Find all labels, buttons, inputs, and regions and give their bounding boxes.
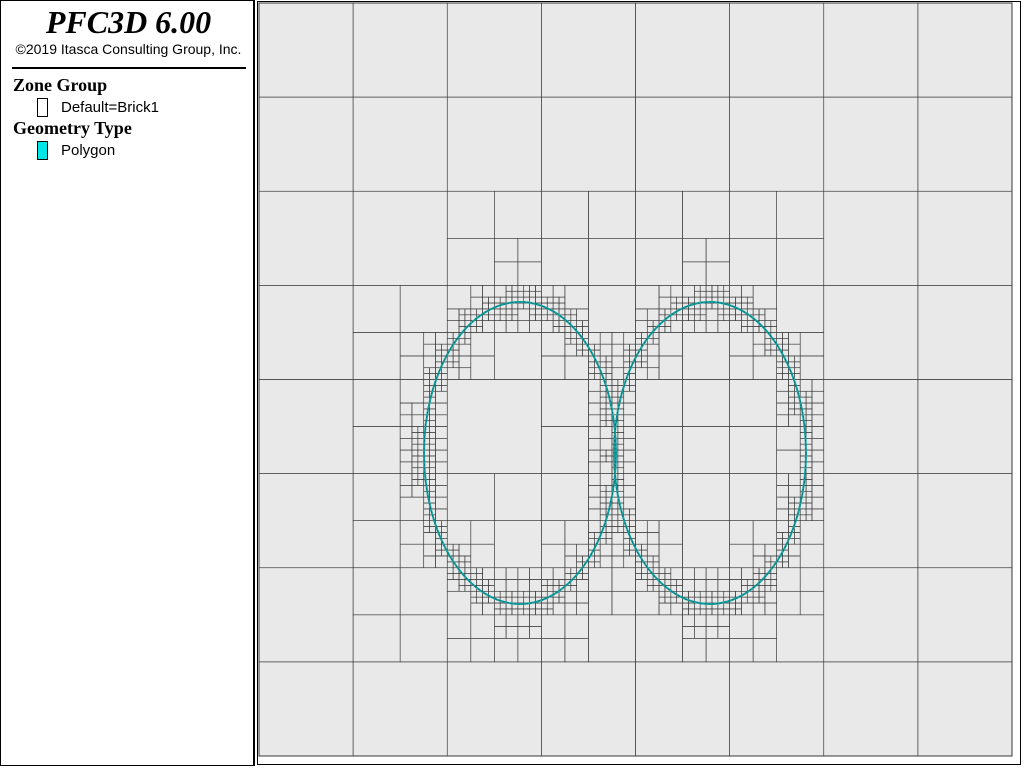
app-title: PFC3D 6.00 bbox=[45, 4, 212, 40]
zone-group-swatch bbox=[37, 98, 48, 117]
legend-heading-zone-group: Zone Group bbox=[13, 75, 108, 95]
model-view[interactable] bbox=[257, 1, 1021, 765]
legend-separator bbox=[12, 67, 246, 69]
polygon-swatch bbox=[37, 141, 48, 160]
legend-panel: PFC3D 6.00 ©2019 Itasca Consulting Group… bbox=[0, 0, 255, 766]
copyright-text: ©2019 Itasca Consulting Group, Inc. bbox=[15, 41, 242, 57]
legend-heading-geometry-type: Geometry Type bbox=[13, 118, 132, 138]
legend-item-default-brick1: Default=Brick1 bbox=[61, 99, 159, 116]
legend-item-polygon: Polygon bbox=[61, 142, 116, 159]
